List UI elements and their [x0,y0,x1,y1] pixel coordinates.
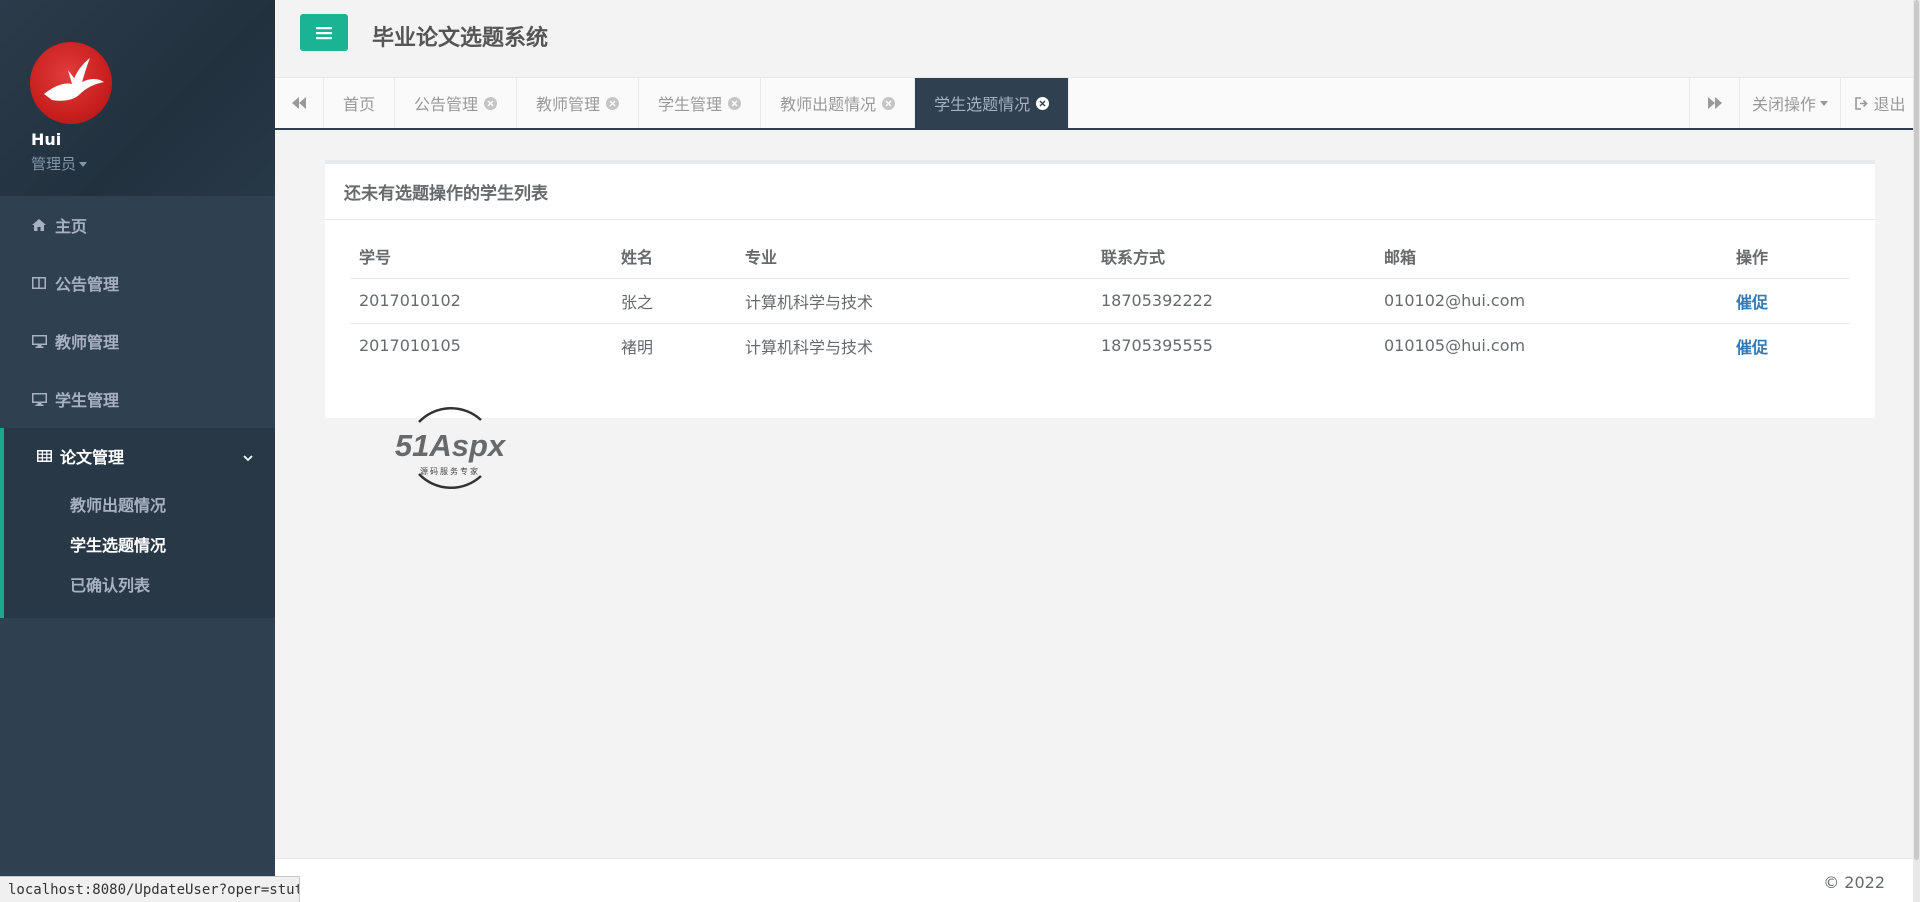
logout-button[interactable]: 退出 [1840,78,1920,128]
profile-role-label: 管理员 [31,155,77,173]
table-row: 2017010105 褚明 计算机科学与技术 18705395555 01010… [350,323,1850,368]
watermark-logo: 51Aspx 源码服务专家 [385,400,515,496]
content-area: 还未有选题操作的学生列表 学号 姓名 专业 联系方式 邮箱 操作 2017010… [275,130,1920,858]
tab-label: 教师出题情况 [780,95,877,114]
avatar[interactable] [30,42,112,124]
tab-label: 公告管理 [414,95,479,114]
cell-major: 计算机科学与技术 [745,337,874,357]
tab-scroll-left-button[interactable] [275,78,324,128]
column-header: 专业 [736,234,1092,279]
student-list-card: 还未有选题操作的学生列表 学号 姓名 专业 联系方式 邮箱 操作 2017010… [325,160,1875,418]
desktop-icon [31,392,47,406]
student-table: 学号 姓名 专业 联系方式 邮箱 操作 2017010102 张之 计算机科学与… [350,234,1850,368]
sidebar-item-label: 公告管理 [55,275,120,294]
sidebar-subitem-confirmed-list[interactable]: 已确认列表 [4,564,275,604]
tab-label: 教师管理 [536,95,601,114]
logout-label: 退出 [1873,95,1906,114]
table-row: 2017010102 张之 计算机科学与技术 18705392222 01010… [350,278,1850,324]
column-header: 联系方式 [1092,234,1375,279]
sidebar-item-thesis[interactable]: 论文管理 [4,428,275,484]
footer: © 2022 [275,858,1920,902]
close-icon[interactable] [484,96,498,110]
tab-label: 首页 [343,95,376,114]
sidebar: Hui 管理员 主页 公告管理 教师管理 学生管理 论文管理 教师出题情况 学生… [0,0,275,902]
table-header-row: 学号 姓名 专业 联系方式 邮箱 操作 [350,234,1850,279]
column-header: 姓名 [612,234,736,279]
tab-teacher-topics[interactable]: 教师出题情况 [761,78,916,128]
cell-name: 张之 [612,278,736,324]
close-icon[interactable] [1036,96,1050,110]
watermark-tagline: 源码服务专家 [420,467,480,476]
tab-student-topics[interactable]: 学生选题情况 [915,78,1070,128]
cell-student-id: 2017010105 [359,336,461,356]
sidebar-item-label: 学生管理 [55,391,120,410]
column-header: 学号 [350,234,612,279]
watermark-brand: 51Aspx [394,428,506,463]
page-scrollbar[interactable] [1913,0,1920,902]
forward-icon [1707,97,1722,109]
scrollbar-thumb[interactable] [1914,0,1919,860]
tab-bar: 首页 公告管理 教师管理 学生管理 教师出题情况 学生选题情况 关闭操作 退出 [275,78,1920,130]
cell-student-id: 2017010102 [350,278,612,324]
tab-students[interactable]: 学生管理 [639,78,762,128]
cell-name: 褚明 [621,337,654,357]
bars-icon [316,26,332,39]
sidebar-item-label: 主页 [55,217,88,236]
tabs-list: 首页 公告管理 教师管理 学生管理 教师出题情况 学生选题情况 [324,78,1689,128]
profile-name: Hui [31,130,62,149]
remind-link[interactable]: 催促 [1736,338,1768,357]
sidebar-nav: 主页 公告管理 教师管理 学生管理 论文管理 教师出题情况 学生选题情况 已确认… [0,196,275,618]
card-title: 还未有选题操作的学生列表 [325,164,1875,220]
copyright-text: © 2022 [1823,873,1885,892]
tab-scroll-right-button[interactable] [1689,78,1739,128]
sidebar-item-teachers[interactable]: 教师管理 [0,312,275,370]
cell-major: 计算机科学与技术 [736,278,1092,324]
column-header: 邮箱 [1375,234,1727,279]
column-header: 操作 [1727,234,1850,279]
desktop-icon [31,334,47,348]
close-icon[interactable] [728,96,742,110]
tab-teachers[interactable]: 教师管理 [517,78,640,128]
tab-label: 学生选题情况 [934,95,1031,114]
crane-icon [44,58,104,101]
tab-announcements[interactable]: 公告管理 [395,78,518,128]
close-operations-dropdown[interactable]: 关闭操作 [1739,78,1840,128]
tab-home[interactable]: 首页 [324,78,396,128]
profile-panel: Hui 管理员 [0,0,275,196]
cell-email: 010102@hui.com [1375,278,1727,324]
cell-phone: 18705395555 [1101,336,1213,356]
chevron-down-icon [243,447,253,466]
close-icon[interactable] [882,96,896,110]
table-icon [36,449,52,463]
sidebar-item-announcements[interactable]: 公告管理 [0,254,275,312]
cell-email: 010105@hui.com [1384,336,1526,356]
system-title: 毕业论文选题系统 [372,26,549,51]
backward-icon [292,97,306,109]
sidebar-subitem-student-topics[interactable]: 学生选题情况 [4,524,275,564]
sidebar-subitem-teacher-topics[interactable]: 教师出题情况 [4,484,275,524]
caret-down-icon [79,162,88,167]
main-area: 毕业论文选题系统 首页 公告管理 教师管理 学生管理 教师出题情况 学生选题情况… [275,0,1920,902]
sidebar-item-students[interactable]: 学生管理 [0,370,275,428]
cell-phone: 18705392222 [1092,278,1375,324]
sidebar-item-label: 论文管理 [60,448,125,467]
sidebar-group-thesis: 论文管理 教师出题情况 学生选题情况 已确认列表 [0,428,275,618]
sidebar-item-home[interactable]: 主页 [0,196,275,254]
cell-action: 催促 [1727,323,1850,368]
sidebar-item-label: 教师管理 [55,333,120,352]
cell-action: 催促 [1727,278,1850,324]
caret-down-icon [1820,100,1828,106]
browser-status-url: localhost:8080/UpdateUser?oper=stuth [0,876,300,902]
profile-role-dropdown[interactable]: 管理员 [31,153,88,174]
sign-out-icon [1855,96,1869,110]
tab-tools: 关闭操作 退出 [1689,78,1920,128]
menu-toggle-button[interactable] [300,14,348,51]
home-icon [31,218,47,232]
remind-link[interactable]: 催促 [1736,293,1768,312]
close-operations-label: 关闭操作 [1751,95,1816,114]
top-navbar: 毕业论文选题系统 [275,0,1920,78]
tab-label: 学生管理 [658,95,723,114]
close-icon[interactable] [606,96,620,110]
columns-icon [31,276,47,290]
